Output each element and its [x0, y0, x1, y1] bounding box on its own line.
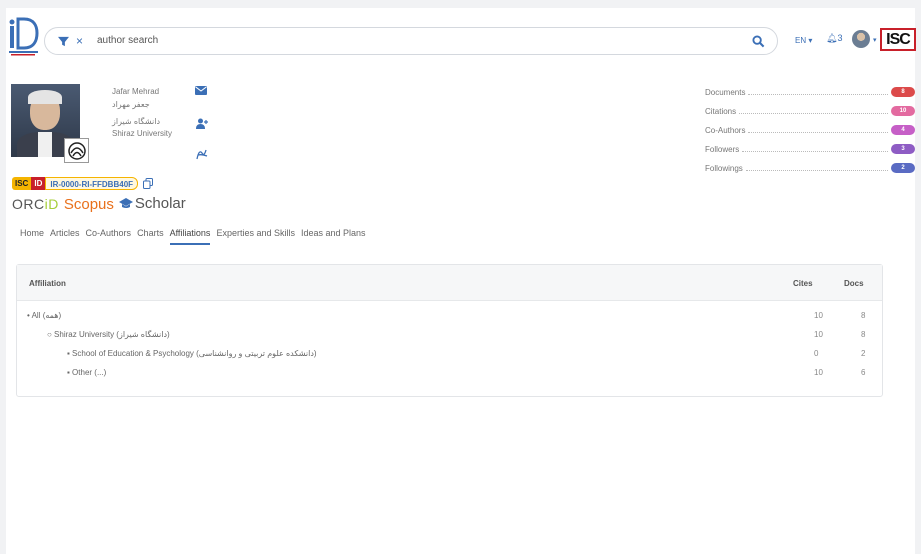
affiliation-name[interactable]: ▪ Other (...) [67, 368, 106, 377]
stat-count-badge: 2 [891, 163, 915, 173]
scholar-link[interactable]: Scholar [118, 195, 186, 212]
dotted-leader [742, 147, 888, 152]
cites-value: 10 [814, 368, 823, 377]
cites-value: 10 [814, 330, 823, 339]
tab-ideas-and-plans[interactable]: Ideas and Plans [301, 228, 366, 245]
tab-home[interactable]: Home [20, 228, 44, 245]
mail-icon[interactable] [195, 86, 207, 95]
docs-value: 8 [861, 311, 866, 320]
user-avatar[interactable] [852, 30, 870, 48]
table-row[interactable]: ▪ Other (...) 10 6 [17, 364, 882, 382]
isc-tag: ISC [12, 177, 32, 190]
affiliations-table: Affiliation Cites Docs • All (همه) 10 8 ○ S… [16, 264, 883, 397]
author-university-en: Shiraz University [112, 129, 173, 138]
affiliation-name[interactable]: • All (همه) [27, 311, 61, 320]
stat-documents[interactable]: Documents 8 [705, 87, 915, 97]
stat-label: Co-Authors [705, 125, 746, 135]
docs-value: 6 [861, 368, 866, 377]
author-university-fa: دانشگاه شیراز [112, 117, 161, 126]
stat-label: Followings [705, 163, 743, 173]
id-tag: ID [31, 177, 46, 190]
bell-icon: 🔔︎ [826, 33, 838, 43]
add-user-icon[interactable] [196, 118, 208, 129]
dotted-leader [748, 90, 888, 95]
orcid-link[interactable]: ORCiD [12, 196, 59, 212]
cites-value: 0 [814, 349, 819, 358]
table-row[interactable]: ▪ School of Education & Psychology (دانش… [17, 345, 882, 363]
search-input[interactable]: author search [97, 35, 158, 46]
docs-value: 2 [861, 349, 866, 358]
notifications-button[interactable]: 🔔︎3 [826, 33, 842, 44]
stat-count-badge: 3 [891, 144, 915, 154]
stat-followers[interactable]: Followers 3 [705, 144, 915, 154]
affiliation-name[interactable]: ▪ School of Education & Psychology (دانش… [67, 349, 317, 358]
stat-label: Followers [705, 144, 740, 154]
graduation-cap-icon [118, 198, 133, 208]
stat-citations[interactable]: Citations 10 [705, 106, 915, 116]
author-name-fa: جعفر مهراد [112, 100, 150, 109]
col-affiliation[interactable]: Affiliation [29, 279, 66, 288]
author-name-en: Jafar Mehrad [112, 87, 160, 96]
copy-icon[interactable] [143, 178, 154, 189]
cites-value: 10 [814, 311, 823, 320]
search-bar[interactable]: × author search [44, 27, 778, 55]
tab-charts[interactable]: Charts [137, 228, 164, 245]
table-row[interactable]: ○ Shiraz University (دانشگاه شیراز) 10 8 [17, 326, 882, 344]
filter-icon[interactable] [58, 36, 69, 47]
dotted-leader [739, 109, 888, 114]
stat-count-badge: 8 [891, 87, 915, 97]
isc-logo[interactable]: ISC [880, 28, 916, 51]
isc-id-value[interactable]: IR-0000-RI-FFDBB40F [45, 177, 139, 190]
profile-tabs: Home Articles Co-Authors Charts Affiliations… [20, 228, 366, 245]
chevron-down-icon[interactable]: ▾ [873, 36, 877, 44]
stat-followings[interactable]: Followings 2 [705, 163, 915, 173]
search-icon[interactable] [752, 35, 765, 48]
table-header: Affiliation Cites Docs [17, 265, 882, 301]
stat-label: Documents [705, 87, 746, 97]
stat-count-badge: 10 [891, 106, 915, 116]
col-cites[interactable]: Cites [793, 279, 813, 288]
chevron-down-icon: ▾ [806, 36, 813, 45]
affiliation-name[interactable]: ○ Shiraz University (دانشگاه شیراز) [47, 330, 170, 339]
isc-id-logo[interactable] [9, 17, 39, 57]
university-logo [64, 138, 89, 163]
tab-co-authors[interactable]: Co-Authors [86, 228, 132, 245]
language-label: EN [795, 36, 807, 45]
dotted-leader [748, 128, 888, 133]
tab-articles[interactable]: Articles [50, 228, 80, 245]
language-selector[interactable]: EN ▾ [795, 36, 812, 45]
isc-id-badge: ISC ID IR-0000-RI-FFDBB40F [12, 177, 154, 190]
scopus-link[interactable]: Scopus [64, 196, 114, 213]
tab-affiliations[interactable]: Affiliations [169, 228, 211, 245]
tab-experties-and-skills[interactable]: Experties and Skills [216, 228, 295, 245]
docs-value: 8 [861, 330, 866, 339]
table-row[interactable]: • All (همه) 10 8 [17, 307, 882, 325]
stat-label: Citations [705, 106, 737, 116]
stat-co-authors[interactable]: Co-Authors 4 [705, 125, 915, 135]
dotted-leader [745, 166, 888, 171]
signature-icon[interactable] [195, 147, 209, 161]
col-docs[interactable]: Docs [844, 279, 864, 288]
stat-count-badge: 4 [891, 125, 915, 135]
external-profiles: ORCiD Scopus Scholar [12, 195, 186, 213]
clear-icon[interactable]: × [76, 34, 83, 48]
notification-count: 3 [837, 33, 843, 43]
